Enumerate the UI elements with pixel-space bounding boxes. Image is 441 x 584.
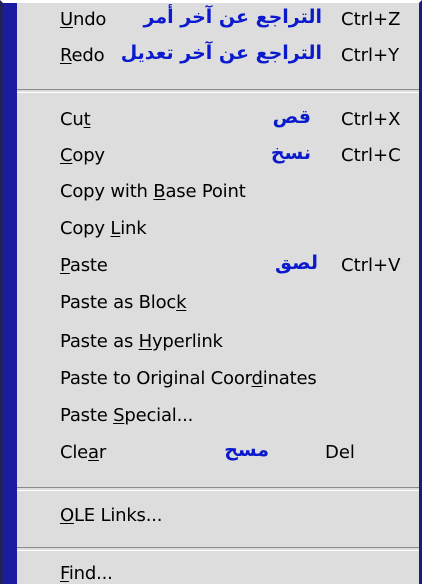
menu-item-label: Paste <box>60 255 108 276</box>
menu-item-paste-special[interactable]: Paste Special... <box>3 401 419 437</box>
arabic-caption: مسح <box>224 439 269 461</box>
arabic-caption: التراجع عن آخر تعديل <box>120 42 322 64</box>
menu-item-label: Undo <box>60 9 107 30</box>
menu-item-find[interactable]: Find... <box>3 559 419 584</box>
menu-item-clear[interactable]: Clear مسح Del <box>3 438 419 474</box>
menu-item-undo[interactable]: Undo التراجع عن آخر أمر Ctrl+Z <box>3 5 419 41</box>
menu-item-paste-as-hyperlink[interactable]: Paste as Hyperlink <box>3 327 419 363</box>
arabic-caption: التراجع عن آخر أمر <box>143 6 322 28</box>
menu-separator <box>17 89 419 93</box>
menu-item-label: Paste as Block <box>60 292 187 313</box>
arabic-caption: نسخ <box>270 142 311 164</box>
shortcut-label: Ctrl+V <box>341 255 401 276</box>
menu-item-label: Redo <box>60 45 105 66</box>
menu-item-copy-with-base-point[interactable]: Copy with Base Point <box>3 177 419 213</box>
menu-item-label: Copy with Base Point <box>60 181 246 202</box>
menu-item-label: Copy <box>60 145 105 166</box>
shortcut-label: Ctrl+X <box>341 109 401 130</box>
menu-separator <box>17 547 419 551</box>
menu-item-label: Find... <box>60 563 113 584</box>
shortcut-label: Ctrl+Y <box>341 45 400 66</box>
menu-item-ole-links[interactable]: OLE Links... <box>3 501 419 537</box>
menu-item-label: Cut <box>60 109 91 130</box>
menu-item-paste-as-block[interactable]: Paste as Block <box>3 288 419 324</box>
menu-item-label: Paste Special... <box>60 405 194 426</box>
menu-item-label: Clear <box>60 442 107 463</box>
menu-item-paste[interactable]: Paste لصق Ctrl+V <box>3 251 419 287</box>
menu-item-redo[interactable]: Redo التراجع عن آخر تعديل Ctrl+Y <box>3 41 419 77</box>
menu-item-cut[interactable]: Cut قص Ctrl+X <box>3 105 419 141</box>
menu-item-label: Paste to Original Coordinates <box>60 368 317 389</box>
arabic-caption: لصق <box>275 252 318 274</box>
shortcut-label: Ctrl+C <box>341 145 401 166</box>
shortcut-label: Ctrl+Z <box>341 9 401 30</box>
edit-menu: Undo التراجع عن آخر أمر Ctrl+Z Redo التر… <box>0 0 422 584</box>
shortcut-label: Del <box>325 442 355 463</box>
menu-item-copy-link[interactable]: Copy Link <box>3 214 419 250</box>
menu-item-copy[interactable]: Copy نسخ Ctrl+C <box>3 141 419 177</box>
menu-item-label: OLE Links... <box>60 505 163 526</box>
menu-item-paste-to-original-coordinates[interactable]: Paste to Original Coordinates <box>3 364 419 400</box>
menu-separator <box>17 487 419 491</box>
menu-item-label: Paste as Hyperlink <box>60 331 223 352</box>
arabic-caption: قص <box>272 106 311 128</box>
menu-item-label: Copy Link <box>60 218 147 239</box>
